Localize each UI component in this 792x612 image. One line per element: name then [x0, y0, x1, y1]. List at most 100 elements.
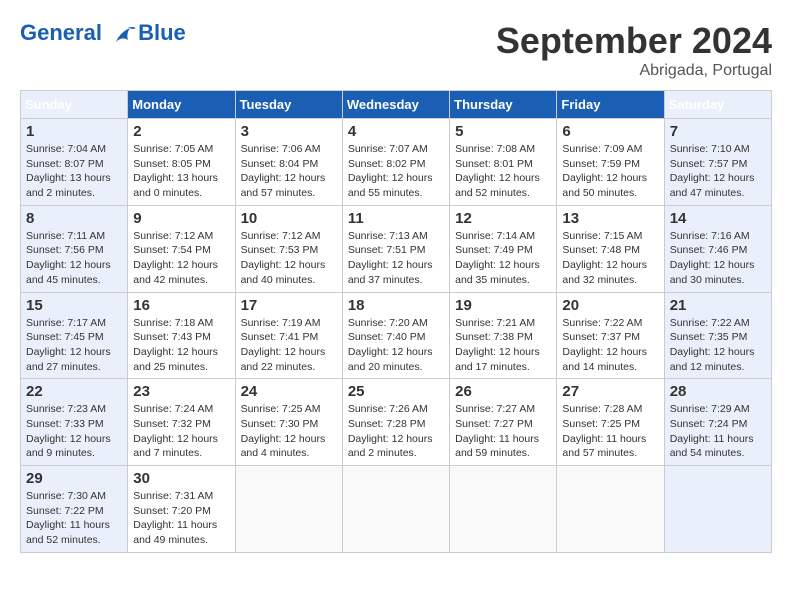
day-number: 1	[26, 123, 122, 140]
table-row: 10 Sunrise: 7:12 AMSunset: 7:53 PMDayligh…	[235, 205, 342, 292]
month-title: September 2024	[496, 20, 772, 62]
day-info: Sunrise: 7:26 AMSunset: 7:28 PMDaylight:…	[348, 402, 444, 461]
table-row: 12 Sunrise: 7:14 AMSunset: 7:49 PMDayligh…	[450, 205, 557, 292]
table-row: 26 Sunrise: 7:27 AMSunset: 7:27 PMDayligh…	[450, 379, 557, 466]
logo-general: General	[20, 20, 102, 45]
table-row: 22 Sunrise: 7:23 AMSunset: 7:33 PMDayligh…	[21, 379, 128, 466]
day-number: 12	[455, 210, 551, 227]
table-row: 18 Sunrise: 7:20 AMSunset: 7:40 PMDayligh…	[342, 292, 449, 379]
table-row: 15 Sunrise: 7:17 AMSunset: 7:45 PMDayligh…	[21, 292, 128, 379]
day-number: 21	[670, 297, 766, 314]
table-row: 9 Sunrise: 7:12 AMSunset: 7:54 PMDaylight…	[128, 205, 235, 292]
day-number: 14	[670, 210, 766, 227]
table-row: 14 Sunrise: 7:16 AMSunset: 7:46 PMDayligh…	[664, 205, 771, 292]
col-wednesday: Wednesday	[342, 91, 449, 119]
day-number: 26	[455, 383, 551, 400]
location-subtitle: Abrigada, Portugal	[496, 62, 772, 80]
logo: General Blue	[20, 20, 186, 46]
day-number: 5	[455, 123, 551, 140]
col-friday: Friday	[557, 91, 664, 119]
day-info: Sunrise: 7:21 AMSunset: 7:38 PMDaylight:…	[455, 316, 551, 375]
calendar-week-row: 1 Sunrise: 7:04 AMSunset: 8:07 PMDaylight…	[21, 119, 772, 206]
title-block: September 2024 Abrigada, Portugal	[496, 20, 772, 80]
day-info: Sunrise: 7:27 AMSunset: 7:27 PMDaylight:…	[455, 402, 551, 461]
table-row: 2 Sunrise: 7:05 AMSunset: 8:05 PMDaylight…	[128, 119, 235, 206]
table-row	[664, 466, 771, 553]
day-number: 9	[133, 210, 229, 227]
day-number: 18	[348, 297, 444, 314]
logo-blue: Blue	[138, 20, 186, 46]
col-monday: Monday	[128, 91, 235, 119]
day-info: Sunrise: 7:30 AMSunset: 7:22 PMDaylight:…	[26, 489, 122, 548]
table-row: 11 Sunrise: 7:13 AMSunset: 7:51 PMDayligh…	[342, 205, 449, 292]
table-row: 7 Sunrise: 7:10 AMSunset: 7:57 PMDaylight…	[664, 119, 771, 206]
day-number: 16	[133, 297, 229, 314]
day-number: 13	[562, 210, 658, 227]
day-number: 28	[670, 383, 766, 400]
day-number: 22	[26, 383, 122, 400]
table-row: 24 Sunrise: 7:25 AMSunset: 7:30 PMDayligh…	[235, 379, 342, 466]
col-thursday: Thursday	[450, 91, 557, 119]
day-info: Sunrise: 7:23 AMSunset: 7:33 PMDaylight:…	[26, 402, 122, 461]
table-row: 6Sunrise: 7:09 AMSunset: 7:59 PMDaylight…	[557, 119, 664, 206]
day-number: 11	[348, 210, 444, 227]
day-number: 29	[26, 470, 122, 487]
calendar-week-row: 8Sunrise: 7:11 AMSunset: 7:56 PMDaylight…	[21, 205, 772, 292]
table-row: 28 Sunrise: 7:29 AMSunset: 7:24 PMDayligh…	[664, 379, 771, 466]
day-info: Sunrise: 7:13 AMSunset: 7:51 PMDaylight:…	[348, 229, 444, 288]
table-row: 3Sunrise: 7:06 AMSunset: 8:04 PMDaylight…	[235, 119, 342, 206]
day-info: Sunrise: 7:16 AMSunset: 7:46 PMDaylight:…	[670, 229, 766, 288]
day-number: 24	[241, 383, 337, 400]
day-info: Sunrise: 7:05 AMSunset: 8:05 PMDaylight:…	[133, 142, 229, 201]
day-info: Sunrise: 7:17 AMSunset: 7:45 PMDaylight:…	[26, 316, 122, 375]
day-number: 8	[26, 210, 122, 227]
day-number: 19	[455, 297, 551, 314]
table-row	[557, 466, 664, 553]
calendar-week-row: 15 Sunrise: 7:17 AMSunset: 7:45 PMDayligh…	[21, 292, 772, 379]
day-info: Sunrise: 7:22 AMSunset: 7:35 PMDaylight:…	[670, 316, 766, 375]
table-row: 21 Sunrise: 7:22 AMSunset: 7:35 PMDayligh…	[664, 292, 771, 379]
day-number: 17	[241, 297, 337, 314]
col-tuesday: Tuesday	[235, 91, 342, 119]
table-row	[450, 466, 557, 553]
day-number: 7	[670, 123, 766, 140]
day-info: Sunrise: 7:19 AMSunset: 7:41 PMDaylight:…	[241, 316, 337, 375]
day-info: Sunrise: 7:18 AMSunset: 7:43 PMDaylight:…	[133, 316, 229, 375]
logo-bird-icon	[110, 24, 136, 46]
day-number: 25	[348, 383, 444, 400]
day-number: 23	[133, 383, 229, 400]
day-info: Sunrise: 7:14 AMSunset: 7:49 PMDaylight:…	[455, 229, 551, 288]
table-row: 13 Sunrise: 7:15 AMSunset: 7:48 PMDayligh…	[557, 205, 664, 292]
day-info: Sunrise: 7:10 AMSunset: 7:57 PMDaylight:…	[670, 142, 766, 201]
day-number: 27	[562, 383, 658, 400]
day-number: 10	[241, 210, 337, 227]
day-number: 3	[241, 123, 337, 140]
calendar-week-row: 22 Sunrise: 7:23 AMSunset: 7:33 PMDayligh…	[21, 379, 772, 466]
calendar-header-row: Sunday Monday Tuesday Wednesday Thursday…	[21, 91, 772, 119]
day-info: Sunrise: 7:22 AMSunset: 7:37 PMDaylight:…	[562, 316, 658, 375]
day-number: 2	[133, 123, 229, 140]
day-info: Sunrise: 7:12 AMSunset: 7:54 PMDaylight:…	[133, 229, 229, 288]
day-info: Sunrise: 7:25 AMSunset: 7:30 PMDaylight:…	[241, 402, 337, 461]
day-info: Sunrise: 7:08 AMSunset: 8:01 PMDaylight:…	[455, 142, 551, 201]
col-saturday: Saturday	[664, 91, 771, 119]
table-row: 8Sunrise: 7:11 AMSunset: 7:56 PMDaylight…	[21, 205, 128, 292]
day-info: Sunrise: 7:15 AMSunset: 7:48 PMDaylight:…	[562, 229, 658, 288]
day-info: Sunrise: 7:24 AMSunset: 7:32 PMDaylight:…	[133, 402, 229, 461]
day-info: Sunrise: 7:12 AMSunset: 7:53 PMDaylight:…	[241, 229, 337, 288]
day-number: 20	[562, 297, 658, 314]
table-row: 16 Sunrise: 7:18 AMSunset: 7:43 PMDayligh…	[128, 292, 235, 379]
day-info: Sunrise: 7:28 AMSunset: 7:25 PMDaylight:…	[562, 402, 658, 461]
table-row: 30Sunrise: 7:31 AMSunset: 7:20 PMDayligh…	[128, 466, 235, 553]
table-row: 23 Sunrise: 7:24 AMSunset: 7:32 PMDayligh…	[128, 379, 235, 466]
day-info: Sunrise: 7:04 AMSunset: 8:07 PMDaylight:…	[26, 142, 122, 201]
table-row: 17 Sunrise: 7:19 AMSunset: 7:41 PMDayligh…	[235, 292, 342, 379]
calendar-table: Sunday Monday Tuesday Wednesday Thursday…	[20, 90, 772, 553]
day-info: Sunrise: 7:20 AMSunset: 7:40 PMDaylight:…	[348, 316, 444, 375]
day-number: 15	[26, 297, 122, 314]
day-number: 4	[348, 123, 444, 140]
table-row	[235, 466, 342, 553]
table-row: 1 Sunrise: 7:04 AMSunset: 8:07 PMDaylight…	[21, 119, 128, 206]
day-info: Sunrise: 7:29 AMSunset: 7:24 PMDaylight:…	[670, 402, 766, 461]
table-row: 20 Sunrise: 7:22 AMSunset: 7:37 PMDayligh…	[557, 292, 664, 379]
